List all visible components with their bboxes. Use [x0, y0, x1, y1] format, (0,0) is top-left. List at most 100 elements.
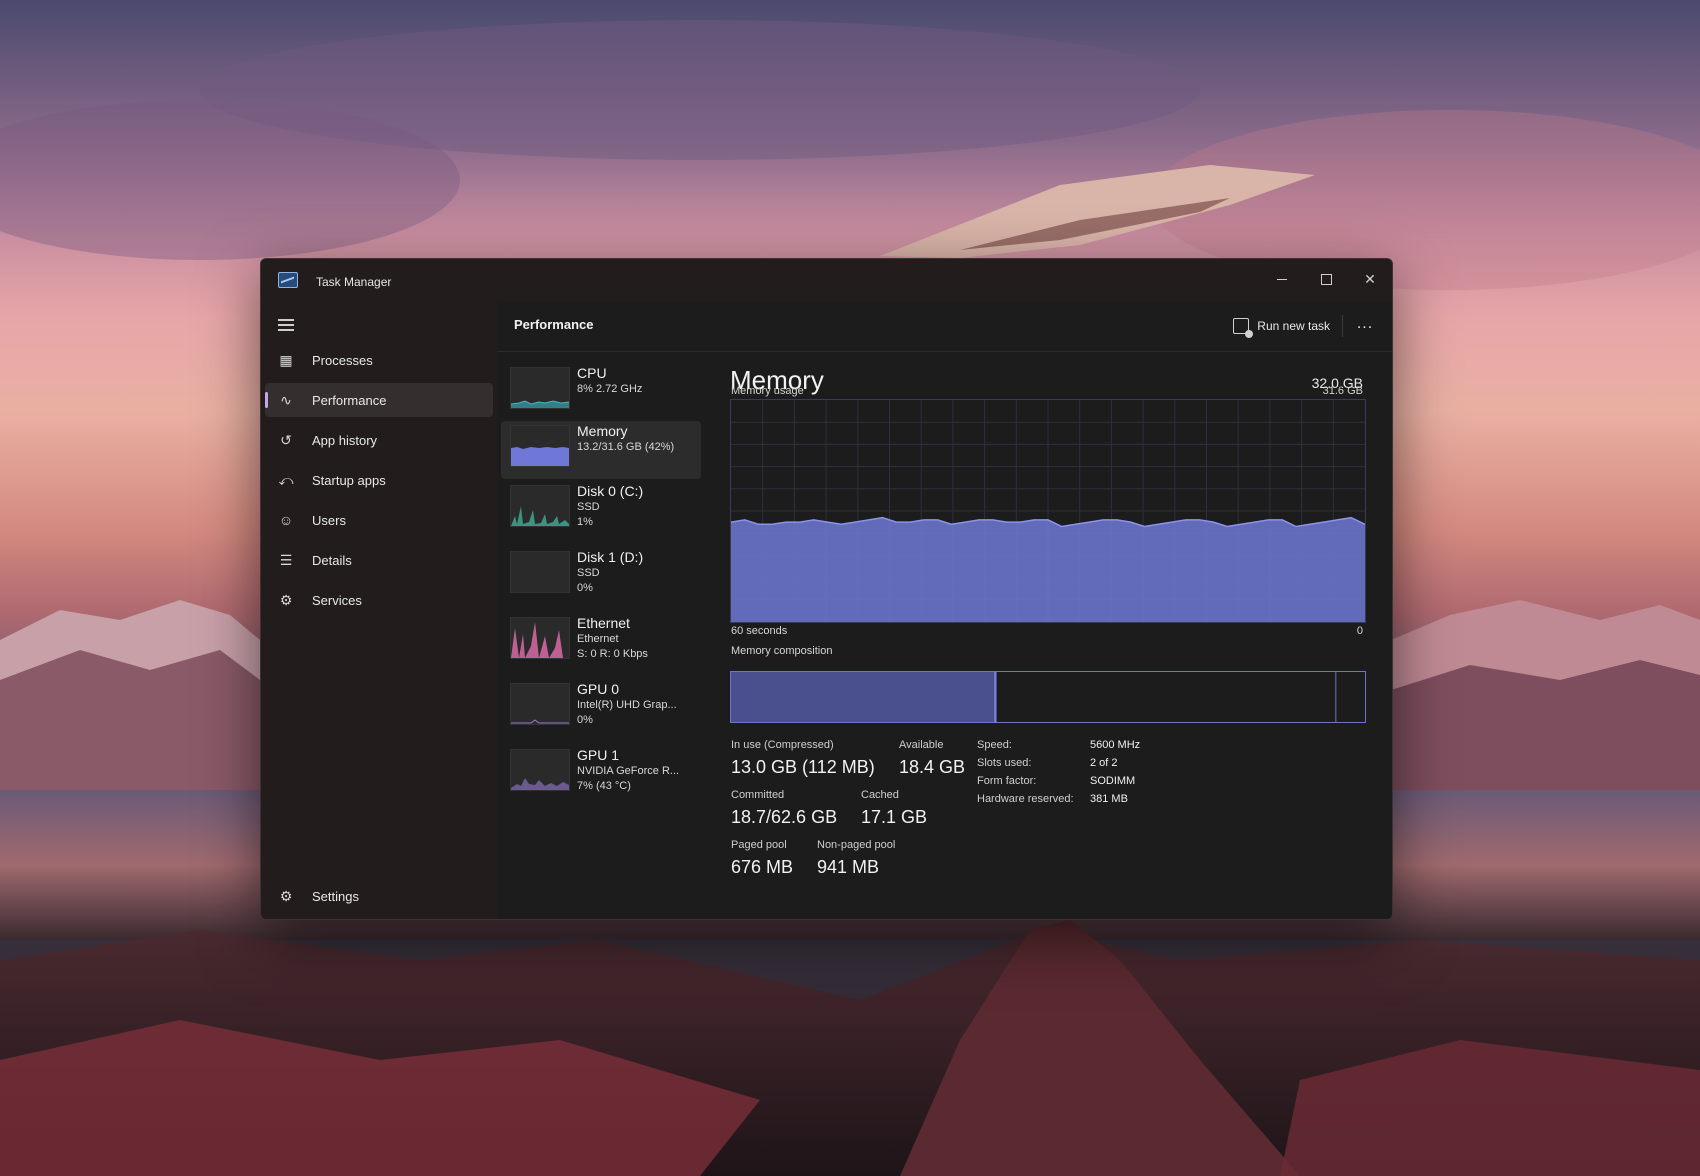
sidebar-item-services[interactable]: ⚙ Services [265, 583, 493, 617]
sidebar-item-label: Performance [312, 392, 387, 408]
startup-icon: ⤺ [278, 472, 294, 488]
maximize-button[interactable] [1304, 265, 1348, 293]
resource-detail: 7% (43 °C) [577, 780, 631, 792]
composition-segment-modified[interactable] [994, 672, 997, 722]
sidebar-item-label: Services [312, 592, 362, 608]
composition-segment-standby[interactable] [996, 672, 1336, 722]
users-icon: ☺ [278, 512, 294, 528]
history-icon: ↺ [280, 432, 292, 448]
gpu-0-thumbnail-graph [510, 683, 570, 725]
resource-detail: 13.2/31.6 GB (42%) [577, 441, 675, 453]
services-icon: ⚙ [279, 592, 293, 608]
spec-value-form-factor: SODIMM [1090, 775, 1136, 787]
composition-segment-free[interactable] [1336, 672, 1365, 722]
title-bar[interactable]: Task Manager ✕ [261, 259, 1392, 301]
details-icon: ☰ [279, 552, 293, 568]
run-task-icon [1233, 318, 1254, 338]
stat-label-paged-pool: Paged pool [731, 839, 787, 851]
task-manager-window: Task Manager ✕ ▦ Processes ∿ Performance… [260, 258, 1393, 920]
sidebar-item-label: Settings [312, 888, 359, 904]
sidebar: ▦ Processes ∿ Performance ↺ App history … [261, 301, 497, 919]
main-content: Performance Run new task ... CPU 8% 2.72… [497, 301, 1392, 919]
stat-label-in-use: In use (Compressed) [731, 739, 834, 751]
sidebar-item-label: Startup apps [312, 472, 386, 488]
time-span-label: 60 seconds [731, 625, 788, 637]
spec-key-form-factor: Form factor: [977, 775, 1037, 787]
resource-item-disk-1[interactable]: Disk 1 (D:) SSD 0% [501, 547, 701, 605]
resource-name: GPU 0 [577, 681, 620, 697]
resource-detail: S: 0 R: 0 Kbps [577, 648, 648, 660]
stat-value-committed: 18.7/62.6 GB [731, 807, 838, 827]
memory-usage-graph [730, 399, 1366, 623]
minimize-button[interactable] [1260, 265, 1304, 293]
resource-item-cpu[interactable]: CPU 8% 2.72 GHz [501, 363, 701, 421]
sidebar-item-label: Users [312, 512, 346, 528]
stat-label-cached: Cached [861, 789, 899, 801]
resource-item-disk-0[interactable]: Disk 0 (C:) SSD 1% [501, 481, 701, 539]
disk-1-thumbnail-graph [510, 551, 570, 593]
resource-detail: 1% [577, 516, 593, 528]
stat-value-paged-pool: 676 MB [731, 857, 794, 877]
composition-segment-in-use[interactable] [731, 672, 995, 722]
close-button[interactable]: ✕ [1348, 265, 1392, 293]
hamburger-menu-icon[interactable] [278, 319, 294, 331]
memory-composition-bar [730, 671, 1366, 723]
performance-icon: ∿ [280, 392, 292, 408]
resource-name: CPU [577, 365, 607, 381]
resource-item-gpu-1[interactable]: GPU 1 NVIDIA GeForce R... 7% (43 °C) [501, 745, 701, 803]
resource-detail: Intel(R) UHD Grap... [577, 699, 677, 711]
resource-item-ethernet[interactable]: Ethernet Ethernet S: 0 R: 0 Kbps [501, 613, 701, 671]
minimize-icon [1277, 278, 1287, 280]
page-title: Performance [514, 317, 594, 332]
task-manager-app-icon [278, 272, 298, 288]
resource-item-memory[interactable]: Memory 13.2/31.6 GB (42%) [501, 421, 701, 479]
sidebar-item-startup-apps[interactable]: ⤺ Startup apps [265, 463, 493, 497]
maximize-icon [1320, 273, 1332, 285]
resource-detail: 0% [577, 582, 593, 594]
sidebar-item-details[interactable]: ☰ Details [265, 543, 493, 577]
resource-detail: SSD [577, 501, 600, 513]
memory-usage-label: Memory usage [731, 385, 804, 397]
sidebar-item-processes[interactable]: ▦ Processes [265, 343, 493, 377]
sidebar-item-users[interactable]: ☺ Users [265, 503, 493, 537]
resource-name: Disk 1 (D:) [577, 549, 644, 565]
memory-composition-chart [731, 672, 1365, 722]
resource-item-gpu-0[interactable]: GPU 0 Intel(R) UHD Grap... 0% [501, 679, 701, 737]
memory-usage-max: 31.6 GB [1322, 385, 1363, 397]
spec-key-slots: Slots used: [977, 757, 1032, 769]
header-divider [1342, 315, 1343, 337]
window-title: Task Manager [316, 275, 392, 289]
sidebar-item-performance[interactable]: ∿ Performance [265, 383, 493, 417]
cpu-thumbnail-graph [510, 367, 570, 409]
sidebar-item-label: Processes [312, 352, 373, 368]
resource-detail: SSD [577, 567, 600, 579]
time-end-label: 0 [1356, 625, 1363, 637]
stat-label-available: Available [899, 739, 944, 751]
run-new-task-button[interactable]: Run new task [1233, 313, 1330, 339]
content-header: Performance Run new task ... [497, 301, 1392, 352]
stat-value-available: 18.4 GB [899, 757, 966, 777]
spec-key-hardware-reserved: Hardware reserved: [977, 793, 1074, 805]
sidebar-item-label: Details [312, 552, 352, 568]
processes-icon: ▦ [279, 352, 293, 368]
memory-thumbnail-graph [510, 425, 570, 467]
sidebar-item-app-history[interactable]: ↺ App history [265, 423, 493, 457]
memory-composition-label: Memory composition [731, 645, 833, 657]
resource-detail: NVIDIA GeForce R... [577, 765, 680, 777]
spec-value-hardware-reserved: 381 MB [1090, 793, 1128, 805]
more-options-button[interactable]: ... [1350, 313, 1380, 339]
stat-value-in-use: 13.0 GB (112 MB) [731, 757, 875, 777]
memory-detail-panel: Memory 32.0 GB Memory usage 31.6 GB 60 s… [730, 363, 1375, 913]
spec-key-speed: Speed: [977, 739, 1012, 751]
resource-name: Disk 0 (C:) [577, 483, 644, 499]
resource-detail: 8% 2.72 GHz [577, 383, 643, 395]
gpu-1-thumbnail-graph [510, 749, 570, 791]
ethernet-thumbnail-graph [510, 617, 570, 659]
run-new-task-label: Run new task [1257, 319, 1330, 333]
sidebar-item-settings[interactable]: ⚙ Settings [265, 879, 493, 913]
spec-value-slots: 2 of 2 [1090, 757, 1118, 769]
close-icon: ✕ [1364, 270, 1376, 287]
stat-label-non-paged-pool: Non-paged pool [817, 839, 896, 851]
disk-0-thumbnail-graph [510, 485, 570, 527]
resource-name: Memory [577, 423, 628, 439]
